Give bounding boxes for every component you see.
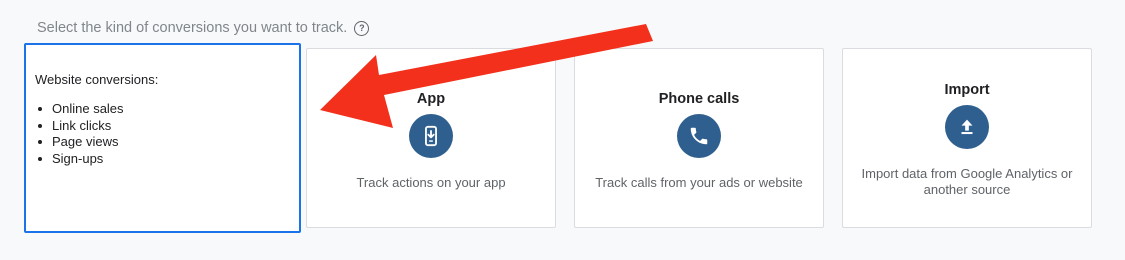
- website-conversions-card[interactable]: Website conversions: Online sales Link c…: [24, 43, 301, 233]
- prompt-text: Select the kind of conversions you want …: [37, 20, 348, 36]
- import-card-description: Import data from Google Analytics or ano…: [861, 166, 1073, 197]
- list-item: Online sales: [35, 101, 124, 118]
- app-conversions-card[interactable]: App Track actions on your app: [306, 48, 556, 228]
- mobile-download-icon: [409, 114, 453, 158]
- import-card[interactable]: Import Import data from Google Analytics…: [842, 48, 1092, 228]
- import-card-title: Import: [944, 82, 990, 98]
- list-item: Page views: [35, 134, 124, 151]
- conversion-type-prompt: Select the kind of conversions you want …: [37, 20, 370, 36]
- app-card-description: Track actions on your app: [356, 175, 506, 190]
- list-item: Sign-ups: [35, 151, 124, 168]
- phone-card-title: Phone calls: [658, 91, 740, 107]
- list-item: Link clicks: [35, 118, 124, 135]
- phone-calls-card[interactable]: Phone calls Track calls from your ads or…: [574, 48, 824, 228]
- app-card-title: App: [416, 91, 446, 107]
- phone-icon: [677, 114, 721, 158]
- website-conversion-list: Online sales Link clicks Page views Sign…: [35, 101, 124, 167]
- website-card-title: Website conversions:: [35, 72, 159, 87]
- upload-icon: [945, 105, 989, 149]
- phone-card-description: Track calls from your ads or website: [595, 175, 803, 190]
- help-icon[interactable]: ?: [354, 20, 370, 36]
